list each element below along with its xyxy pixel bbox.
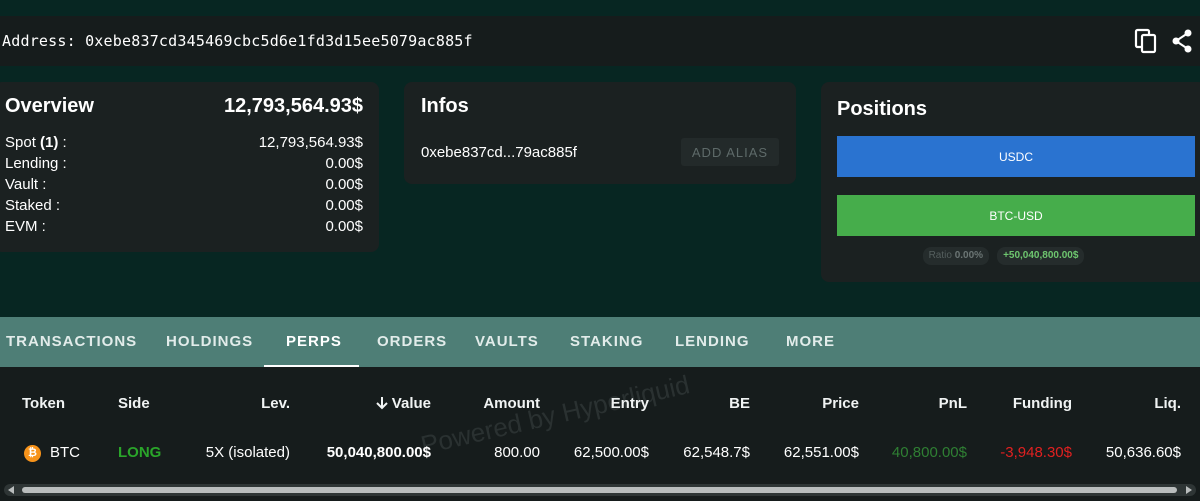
- table-scrollbar[interactable]: [4, 484, 1196, 496]
- short-address: 0xebe837cd...79ac885f: [421, 143, 577, 161]
- overview-total: 12,793,564.93$: [223, 95, 363, 117]
- infos-card: Infos 0xebe837cd...79ac885f ADD ALIAS: [404, 82, 796, 184]
- tab-staking[interactable]: STAKING: [570, 317, 643, 367]
- scrollbar-thumb[interactable]: [22, 487, 1177, 493]
- tab-vaults[interactable]: VAULTS: [475, 317, 539, 367]
- positions-title: Positions: [837, 98, 928, 120]
- infos-title: Infos: [421, 95, 469, 117]
- cell-entry: 62,500.00$: [573, 444, 649, 461]
- scroll-right-icon[interactable]: [1186, 486, 1192, 494]
- cell-side: LONG: [118, 444, 162, 461]
- wallet-address: Address: 0xebe837cd345469cbc5d6e1fd3d15e…: [2, 32, 473, 50]
- overview-row-staked: Staked : 0.00$: [5, 197, 363, 214]
- cell-funding: -3,948.30$: [1000, 444, 1072, 461]
- staked-value: 0.00$: [325, 197, 363, 214]
- tab-transactions[interactable]: TRANSACTIONS: [6, 317, 137, 367]
- cell-amount: 800.00: [494, 444, 540, 461]
- spot-value: 12,793,564.93$: [258, 134, 363, 151]
- header-side[interactable]: Side: [118, 395, 150, 412]
- header-funding[interactable]: Funding: [1013, 395, 1072, 412]
- cell-pnl: 40,800.00$: [891, 444, 967, 461]
- tab-lending[interactable]: LENDING: [675, 317, 750, 367]
- lending-value: 0.00$: [325, 155, 363, 172]
- positions-card: Positions USDC BTC-USD Ratio 0.00% +50,0…: [821, 82, 1200, 282]
- address-bar: Address: 0xebe837cd345469cbc5d6e1fd3d15e…: [0, 16, 1200, 66]
- bitcoin-icon: ₿: [24, 445, 41, 462]
- perps-table: Powered by Hyperliquid Token Side Lev. V…: [0, 367, 1200, 501]
- ratio-badge: Ratio 0.00%: [922, 247, 990, 265]
- scroll-left-icon[interactable]: [8, 486, 14, 494]
- header-lev[interactable]: Lev.: [261, 395, 290, 412]
- cell-value: 50,040,800.00$: [326, 444, 431, 461]
- pnl-badge: +50,040,800.00$: [997, 247, 1085, 265]
- header-pnl[interactable]: PnL: [939, 395, 967, 412]
- cell-token[interactable]: BTC: [50, 444, 80, 461]
- overview-row-spot: Spot (1) : 12,793,564.93$: [5, 134, 363, 151]
- watermark: Powered by Hyperliquid: [418, 369, 693, 461]
- tab-orders[interactable]: ORDERS: [377, 317, 447, 367]
- vault-value: 0.00$: [325, 176, 363, 193]
- overview-title: Overview: [5, 95, 94, 117]
- add-alias-button[interactable]: ADD ALIAS: [681, 138, 779, 166]
- arrow-down-icon: [376, 397, 388, 410]
- overview-row-evm: EVM : 0.00$: [5, 218, 363, 235]
- header-token[interactable]: Token: [22, 395, 65, 412]
- address-actions: [1134, 28, 1194, 54]
- share-icon[interactable]: [1170, 28, 1194, 54]
- overview-row-vault: Vault : 0.00$: [5, 176, 363, 193]
- header-entry[interactable]: Entry: [611, 395, 649, 412]
- header-price[interactable]: Price: [822, 395, 859, 412]
- usdc-position-button[interactable]: USDC: [837, 136, 1195, 177]
- tab-perps[interactable]: PERPS: [286, 317, 342, 367]
- header-value[interactable]: Value: [375, 395, 431, 412]
- tab-bar: TRANSACTIONS HOLDINGS PERPS ORDERS VAULT…: [0, 317, 1200, 367]
- cell-lev: 5X (isolated): [205, 444, 290, 461]
- tab-more[interactable]: MORE: [786, 317, 835, 367]
- overview-card: Overview 12,793,564.93$ Spot (1) : 12,79…: [0, 82, 379, 252]
- header-amount[interactable]: Amount: [483, 395, 540, 412]
- header-liq[interactable]: Liq.: [1154, 395, 1181, 412]
- overview-breakdown: Spot (1) : 12,793,564.93$ Lending : 0.00…: [0, 118, 379, 237]
- btc-usd-position-button[interactable]: BTC-USD: [837, 195, 1195, 236]
- cell-be: 62,548.7$: [683, 444, 750, 461]
- spot-count: (1): [40, 134, 59, 151]
- cell-liq: 50,636.60$: [1105, 444, 1181, 461]
- cell-price: 62,551.00$: [783, 444, 859, 461]
- tab-holdings[interactable]: HOLDINGS: [166, 317, 253, 367]
- header-be[interactable]: BE: [729, 395, 750, 412]
- copy-icon[interactable]: [1134, 28, 1158, 54]
- overview-row-lending: Lending : 0.00$: [5, 155, 363, 172]
- evm-value: 0.00$: [325, 218, 363, 235]
